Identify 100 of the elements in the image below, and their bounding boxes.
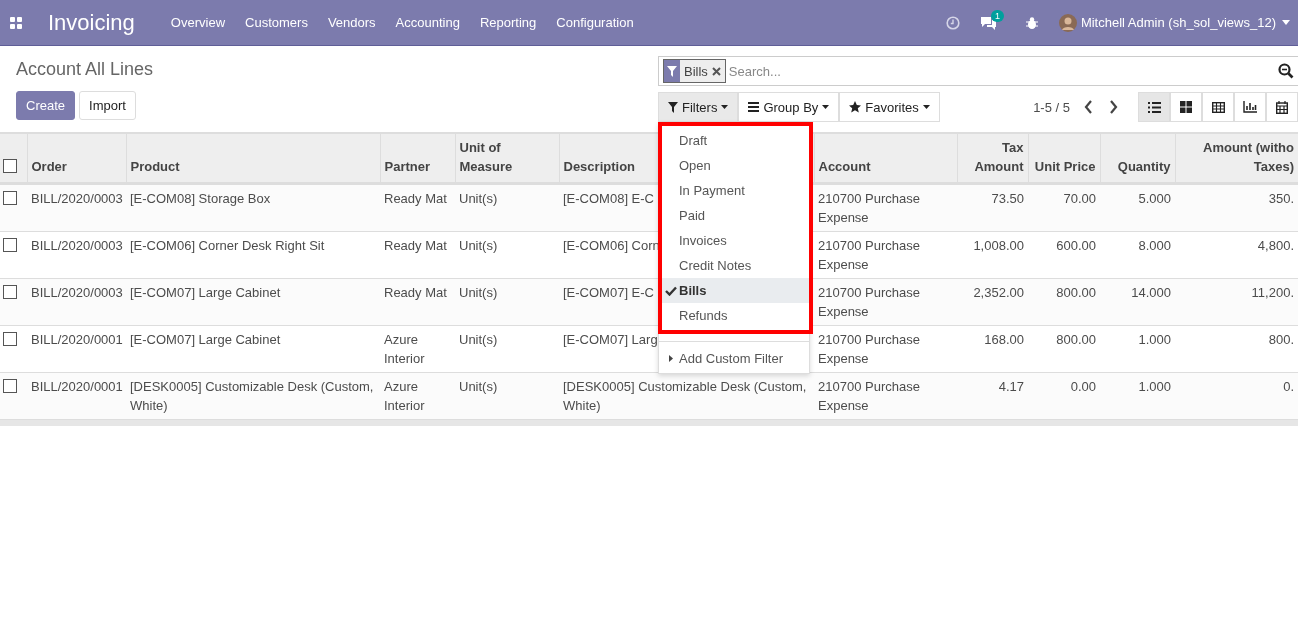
table-cell: Unit(s) bbox=[459, 332, 498, 347]
bug-icon[interactable] bbox=[1024, 15, 1039, 30]
next-icon[interactable] bbox=[1109, 100, 1118, 114]
graph-view-button[interactable] bbox=[1234, 92, 1266, 122]
app-title: Invoicing bbox=[48, 9, 135, 36]
table-cell: 4,800. bbox=[1257, 238, 1294, 253]
table-cell: BILL/2020/0003 bbox=[31, 285, 123, 300]
row-checkbox[interactable] bbox=[3, 332, 17, 346]
user-menu[interactable]: Mitchell Admin (sh_sol_views_12) bbox=[1080, 15, 1276, 30]
filter-option[interactable]: Paid bbox=[662, 203, 809, 228]
table-cell: [DESK0005] Customizable Desk (Custom, White) bbox=[563, 379, 807, 413]
pager-value: 1-5 / 5 bbox=[1033, 99, 1070, 115]
message-count-badge: 1 bbox=[990, 9, 1004, 22]
table-cell: Azure Interior bbox=[384, 332, 425, 366]
menu-item[interactable]: Accounting bbox=[395, 15, 460, 30]
funnel-icon bbox=[668, 101, 678, 113]
star-icon bbox=[849, 101, 862, 113]
import-button[interactable]: Import bbox=[79, 91, 136, 120]
previous-icon[interactable] bbox=[1084, 100, 1093, 114]
create-button[interactable]: Create bbox=[16, 91, 76, 120]
menu-item[interactable]: Overview bbox=[170, 15, 226, 30]
caret-icon[interactable] bbox=[1282, 20, 1290, 25]
table-cell: 800.00 bbox=[1056, 332, 1096, 347]
table-cell: Ready Mat bbox=[384, 285, 447, 300]
row-checkbox[interactable] bbox=[3, 285, 17, 299]
table-cell: Ready Mat bbox=[384, 238, 447, 253]
remove-icon[interactable] bbox=[711, 66, 721, 76]
calendar-view-button[interactable] bbox=[1266, 92, 1298, 122]
filter-option[interactable]: Refunds bbox=[662, 303, 809, 328]
add-custom-filter[interactable]: Add Custom Filter bbox=[659, 346, 809, 371]
table-cell: [E-COM07] E-C bbox=[563, 285, 654, 300]
search-icon[interactable] bbox=[1278, 63, 1294, 79]
menu-item[interactable]: Vendors bbox=[327, 15, 376, 30]
table-cell: [DESK0005] Customizable Desk (Custom, White) bbox=[130, 379, 374, 413]
filter-option[interactable]: Invoices bbox=[662, 228, 809, 253]
table-cell: 350. bbox=[1268, 191, 1294, 206]
table-cell: BILL/2020/0001 bbox=[31, 332, 123, 347]
caret-icon bbox=[922, 105, 930, 109]
table-cell: 600.00 bbox=[1056, 238, 1096, 253]
table-cell: 1.000 bbox=[1138, 332, 1171, 347]
chat-icon[interactable] bbox=[979, 15, 997, 30]
table-cell: 0. bbox=[1283, 379, 1294, 394]
kanban-view-button[interactable] bbox=[1170, 92, 1202, 122]
avatar-icon[interactable] bbox=[1058, 13, 1077, 32]
row-checkbox[interactable] bbox=[3, 238, 17, 252]
table-cell: 800. bbox=[1268, 332, 1294, 347]
page-title: Account All Lines bbox=[16, 59, 155, 80]
facet-label: Bills bbox=[683, 63, 709, 79]
table-cell: 73.50 bbox=[991, 191, 1024, 206]
row-checkbox[interactable] bbox=[3, 191, 17, 205]
funnel-icon bbox=[667, 65, 677, 77]
table-cell: BILL/2020/0001 bbox=[31, 379, 123, 394]
table-cell: [E-COM08] Storage Box bbox=[130, 191, 271, 206]
pivot-view-button[interactable] bbox=[1202, 92, 1234, 122]
caret-icon bbox=[822, 105, 830, 109]
table-cell: 14.000 bbox=[1131, 285, 1171, 300]
menu-item[interactable]: Reporting bbox=[479, 15, 537, 30]
filter-option[interactable]: Open bbox=[662, 153, 809, 178]
table-cell: 210700 Purchase Expense bbox=[818, 285, 920, 319]
filter-option[interactable]: Bills bbox=[662, 278, 809, 303]
table-icon bbox=[1211, 101, 1225, 113]
table-cell: Azure Interior bbox=[384, 379, 425, 413]
table-cell: Unit(s) bbox=[459, 285, 498, 300]
clock-icon[interactable] bbox=[945, 15, 960, 30]
table-cell: 168.00 bbox=[984, 332, 1024, 347]
list-view-button[interactable] bbox=[1138, 92, 1170, 122]
caret-icon bbox=[721, 105, 729, 109]
table-cell: 210700 Purchase Expense bbox=[818, 332, 920, 366]
table-cell: 8.000 bbox=[1138, 238, 1171, 253]
table-cell: 4.17 bbox=[998, 379, 1024, 394]
bar-chart-icon bbox=[1243, 101, 1257, 113]
table-cell: [E-COM08] E-C bbox=[563, 191, 654, 206]
group-by-button[interactable]: Group By bbox=[738, 92, 840, 122]
checkmark-icon bbox=[665, 286, 677, 296]
table-cell: 5.000 bbox=[1138, 191, 1171, 206]
menu-lines-icon bbox=[748, 102, 760, 112]
calendar-icon bbox=[1276, 100, 1288, 114]
filter-facet[interactable]: Bills bbox=[663, 59, 726, 83]
select-all-checkbox[interactable] bbox=[3, 159, 17, 173]
list-icon bbox=[1147, 101, 1161, 113]
apps-grid-icon[interactable] bbox=[10, 16, 22, 29]
row-checkbox[interactable] bbox=[3, 379, 17, 393]
table-cell: BILL/2020/0003 bbox=[31, 191, 123, 206]
filter-option[interactable]: In Payment bbox=[662, 178, 809, 203]
table-cell: [E-COM07] Larg bbox=[563, 332, 658, 347]
filter-option[interactable]: Draft bbox=[662, 128, 809, 153]
filter-option[interactable]: Credit Notes bbox=[662, 253, 809, 278]
filters-button[interactable]: Filters bbox=[658, 92, 739, 122]
table-cell: 0.00 bbox=[1070, 379, 1096, 394]
menu-item[interactable]: Customers bbox=[245, 15, 308, 30]
table-cell: Unit(s) bbox=[459, 238, 498, 253]
menu-item[interactable]: Configuration bbox=[556, 15, 634, 30]
table-cell: 210700 Purchase Expense bbox=[818, 379, 920, 413]
table-cell: 210700 Purchase Expense bbox=[818, 191, 920, 225]
search-field[interactable]: Bills Search... bbox=[658, 56, 1298, 86]
table-cell: 800.00 bbox=[1056, 285, 1096, 300]
table-cell: BILL/2020/0003 bbox=[31, 238, 123, 253]
favorites-button[interactable]: Favorites bbox=[839, 92, 940, 122]
table-cell: 70.00 bbox=[1063, 191, 1096, 206]
table-cell: 11,200. bbox=[1251, 285, 1294, 300]
